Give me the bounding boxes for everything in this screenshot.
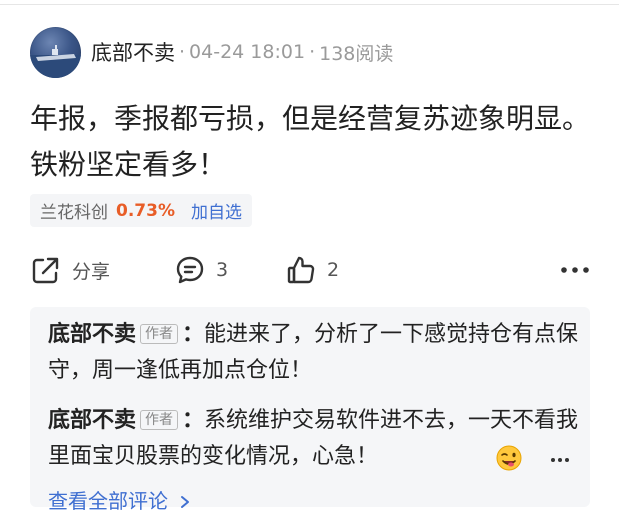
- comments-section: 底部不卖 作者 ：能进来了，分析了一下感觉持仓有点保守，周一逢低再加点仓位！ 底部不…: [30, 307, 590, 513]
- like-button[interactable]: 2: [285, 250, 339, 290]
- more-icon: [561, 267, 589, 273]
- avatar-ship-image: [30, 45, 81, 78]
- thumbs-up-icon: [287, 256, 315, 284]
- share-button[interactable]: 分享: [30, 250, 110, 290]
- author-badge: 作者: [140, 410, 179, 430]
- comment-count: 3: [216, 259, 229, 281]
- stock-change: 0.73%: [116, 200, 175, 221]
- comment-more-icon[interactable]: [550, 457, 570, 463]
- winking-face-emoji: [496, 445, 522, 471]
- author-name[interactable]: 底部不卖: [91, 37, 175, 67]
- post-content: 年报，季报都亏损，但是经营复苏迹象明显。铁粉坚定看多！: [30, 102, 591, 181]
- stock-name[interactable]: 兰花科创: [40, 198, 108, 223]
- share-label: 分享: [72, 260, 111, 283]
- share-icon: [32, 257, 59, 284]
- comment-author[interactable]: 底部不卖: [48, 408, 136, 433]
- author-badge: 作者: [140, 324, 179, 344]
- view-count: 138阅读: [319, 42, 394, 65]
- comment-separator: ：: [182, 408, 205, 433]
- like-count: 2: [327, 259, 340, 281]
- more-button[interactable]: [560, 250, 590, 290]
- action-bar: 分享 3 2: [30, 250, 590, 290]
- comment-item[interactable]: 底部不卖 作者 ：能进来了，分析了一下感觉持仓有点保守，周一逢低再加点仓位！: [48, 317, 580, 389]
- comment-separator: ：: [182, 322, 205, 347]
- comment-author[interactable]: 底部不卖: [48, 322, 136, 347]
- meta-separator: ·: [309, 41, 316, 63]
- stock-tag[interactable]: 兰花科创 0.73% 加自选: [30, 194, 252, 227]
- comment-icon: [176, 256, 204, 284]
- add-watchlist-button[interactable]: 加自选: [191, 198, 242, 223]
- top-divider: [0, 4, 619, 5]
- view-all-label: 查看全部评论: [48, 489, 168, 513]
- comment-button[interactable]: 3: [174, 250, 228, 290]
- meta-separator: ·: [179, 41, 186, 63]
- chevron-right-icon: [181, 496, 190, 508]
- avatar[interactable]: [30, 27, 81, 78]
- post-header: 底部不卖 · 04-24 18:01 · 138阅读: [91, 37, 393, 67]
- post-date: 04-24 18:01: [189, 41, 306, 63]
